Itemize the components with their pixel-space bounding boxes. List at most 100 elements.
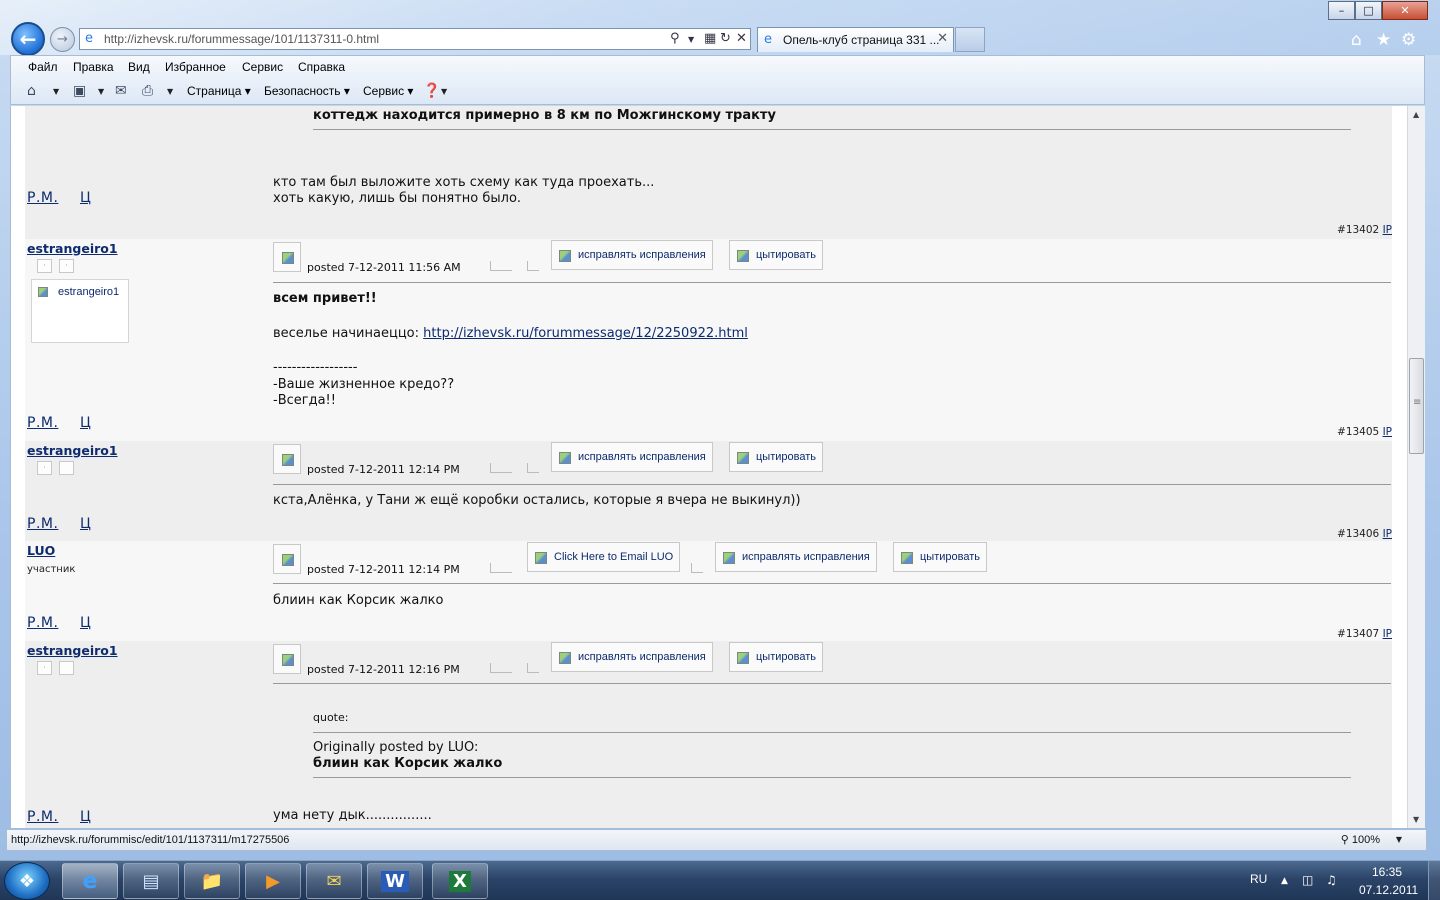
zoom-level[interactable]: ⚲ 100%	[1341, 833, 1380, 846]
back-button[interactable]: ←	[11, 22, 45, 56]
print-icon[interactable]: ⎙	[142, 83, 153, 99]
new-tab-button[interactable]	[955, 27, 985, 52]
print-dropdown-icon[interactable]: ▼	[167, 87, 173, 96]
refresh-icon[interactable]: ↻	[720, 31, 731, 46]
menu-tools[interactable]: Сервис	[242, 60, 283, 74]
email-button[interactable]: Click Here to Email LUO	[527, 542, 681, 572]
address-url[interactable]: http://izhevsk.ru/forummessage/101/11373…	[104, 32, 379, 46]
clock-date[interactable]: 07.12.2011	[1359, 883, 1418, 897]
menu-favorites[interactable]: Избранное	[165, 60, 226, 74]
safety-menu-button[interactable]: Безопасность ▾	[264, 84, 350, 98]
edit-button[interactable]: исправлять исправления	[715, 542, 877, 572]
home-icon[interactable]: ⌂	[1351, 30, 1362, 50]
menu-edit[interactable]: Правка	[73, 60, 114, 74]
pm-link[interactable]: Р.М.	[27, 615, 58, 631]
vertical-scrollbar[interactable]: ▲ ▼	[1407, 106, 1425, 828]
blank-placeholder	[527, 463, 539, 473]
forward-button[interactable]: →	[50, 27, 75, 52]
post-number: #13405 IP	[1337, 426, 1392, 438]
close-window-button[interactable]: ✕	[1382, 1, 1428, 20]
pm-link[interactable]: Р.М.	[27, 415, 58, 431]
blank-placeholder	[490, 261, 512, 271]
c-link[interactable]: Ц	[80, 809, 91, 825]
ip-link[interactable]: IP	[1383, 628, 1392, 640]
ip-link[interactable]: IP	[1383, 528, 1392, 540]
scroll-down-icon[interactable]: ▼	[1413, 815, 1419, 824]
tools-menu-button[interactable]: Сервис ▾	[363, 84, 413, 98]
gear-icon[interactable]: ⚙	[1401, 30, 1416, 50]
show-desktop-button[interactable]	[1428, 861, 1440, 900]
post-link[interactable]: http://izhevsk.ru/forummessage/12/225092…	[423, 326, 748, 341]
c-link[interactable]: Ц	[80, 516, 91, 532]
quote-button-label: цытировать	[756, 651, 816, 663]
author-nick[interactable]: estrangeiro1	[27, 443, 118, 458]
link-prefix: веселье начинаеццо:	[273, 326, 424, 341]
tab-active[interactable]: e Опель-клуб страница 331 ... ✕	[757, 27, 954, 52]
scroll-up-icon[interactable]: ▲	[1413, 110, 1419, 119]
menu-view[interactable]: Вид	[128, 60, 150, 74]
taskbar-media-player-icon[interactable]: ▶	[245, 863, 301, 899]
posted-date: posted 7-12-2011 12:16 PM	[307, 663, 460, 676]
edit-button-label: исправлять исправления	[742, 551, 870, 563]
blank-placeholder	[490, 563, 512, 573]
posted-date: posted 7-12-2011 12:14 PM	[307, 563, 460, 576]
zoom-dropdown-icon[interactable]: ▼	[1396, 835, 1402, 844]
quote-button-label: цытировать	[756, 451, 816, 463]
c-link[interactable]: Ц	[80, 190, 91, 206]
minimize-button[interactable]: –	[1328, 1, 1355, 20]
menu-file[interactable]: Файл	[28, 60, 58, 74]
start-button[interactable]: ❖	[4, 862, 50, 900]
help-icon[interactable]: ❓	[423, 83, 440, 99]
feed-dropdown-icon[interactable]: ▼	[98, 87, 104, 96]
quote-button[interactable]: цытировать	[729, 442, 823, 472]
c-link[interactable]: Ц	[80, 415, 91, 431]
author-rank: участник	[27, 564, 76, 575]
post-divider	[273, 282, 1391, 283]
rss-feed-icon[interactable]: ▣	[73, 83, 86, 99]
address-bar[interactable]: e http://izhevsk.ru/forummessage/101/113…	[79, 28, 751, 50]
taskbar-word-icon[interactable]: W	[367, 863, 423, 899]
post-divider	[273, 683, 1391, 684]
status-icon: ·	[59, 259, 74, 273]
author-nick[interactable]: estrangeiro1	[27, 643, 118, 658]
taskbar-explorer-icon[interactable]: 📁	[184, 863, 240, 899]
volume-icon[interactable]: ♫	[1326, 873, 1337, 887]
search-icon[interactable]: ⚲	[670, 31, 680, 46]
help-dropdown-icon[interactable]: ▼	[441, 87, 447, 96]
favorites-star-icon[interactable]: ★	[1376, 30, 1391, 50]
network-icon[interactable]: ◫	[1302, 873, 1313, 887]
ip-link[interactable]: IP	[1383, 224, 1392, 236]
pm-link[interactable]: Р.М.	[27, 809, 58, 825]
stop-icon[interactable]: ✕	[736, 31, 747, 46]
taskbar-excel-icon[interactable]: X	[432, 863, 488, 899]
maximize-button[interactable]: □	[1355, 1, 1382, 20]
tab-close-icon[interactable]: ✕	[937, 31, 948, 46]
menu-help[interactable]: Справка	[298, 60, 345, 74]
quote-button[interactable]: цытировать	[729, 642, 823, 672]
edit-button[interactable]: исправлять исправления	[551, 642, 713, 672]
compat-view-icon[interactable]: ▦	[704, 31, 716, 46]
language-indicator[interactable]: RU	[1250, 872, 1267, 886]
quote-button[interactable]: цытировать	[893, 542, 987, 572]
author-nick[interactable]: estrangeiro1	[27, 241, 118, 256]
c-link[interactable]: Ц	[80, 615, 91, 631]
edit-button[interactable]: исправлять исправления	[551, 240, 713, 270]
mail-icon[interactable]: ✉	[115, 83, 127, 99]
pm-link[interactable]: Р.М.	[27, 190, 58, 206]
edit-button[interactable]: исправлять исправления	[551, 442, 713, 472]
author-nick[interactable]: LUO	[27, 543, 55, 558]
taskbar-app-icon[interactable]: ▤	[123, 863, 179, 899]
ip-link[interactable]: IP	[1383, 426, 1392, 438]
scrollbar-thumb[interactable]	[1409, 358, 1424, 454]
taskbar-ie-icon[interactable]: e	[62, 863, 118, 899]
tab-title[interactable]: Опель-клуб страница 331 ...	[783, 33, 940, 47]
page-menu-button[interactable]: Страница ▾	[187, 84, 251, 98]
quote-button[interactable]: цытировать	[729, 240, 823, 270]
home-toolbar-icon[interactable]: ⌂	[27, 83, 36, 99]
search-dropdown-icon[interactable]: ▼	[688, 35, 694, 44]
home-dropdown-icon[interactable]: ▼	[53, 87, 59, 96]
tray-expand-icon[interactable]: ▲	[1281, 876, 1288, 886]
pm-link[interactable]: Р.М.	[27, 516, 58, 532]
taskbar-outlook-icon[interactable]: ✉	[306, 863, 362, 899]
clock-time[interactable]: 16:35	[1372, 865, 1402, 879]
